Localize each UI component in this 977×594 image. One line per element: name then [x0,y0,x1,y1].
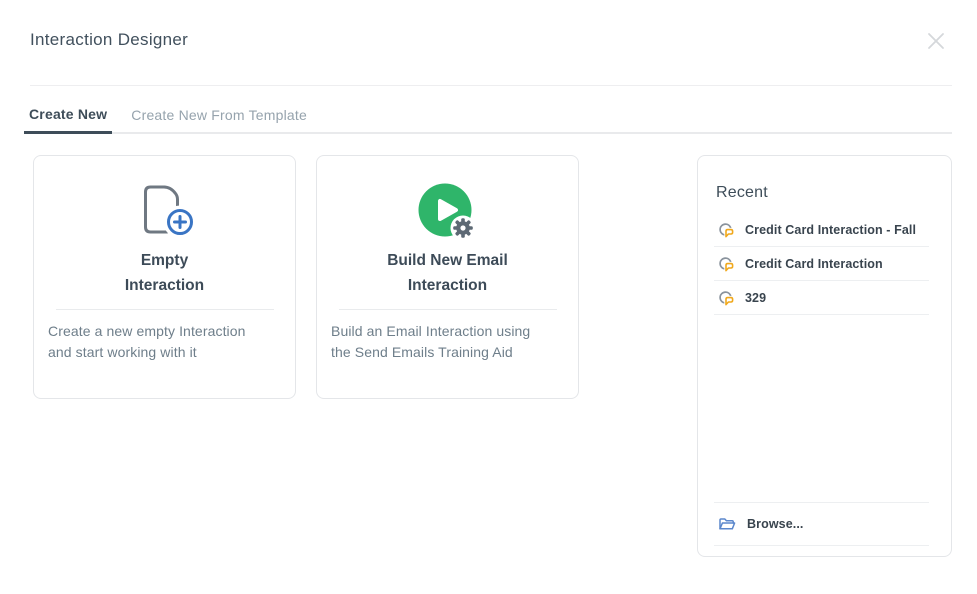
recent-panel: Recent Credit Card Interaction - Fall [697,155,952,557]
recent-item[interactable]: Credit Card Interaction [714,247,929,281]
browse-label: Browse... [747,517,803,531]
recent-title: Recent [716,184,929,202]
card-divider [339,309,557,310]
tab-create-new-from-template[interactable]: Create New From Template [126,107,312,132]
open-folder-icon [718,516,736,532]
document-plus-icon [34,182,295,242]
empty-interaction-card[interactable]: Empty Interaction Create a new empty Int… [33,155,296,399]
interaction-bubble-icon [718,256,734,272]
build-email-interaction-card[interactable]: Build New Email Interaction Build an Ema… [316,155,579,399]
interaction-bubble-icon [718,290,734,306]
recent-list: Credit Card Interaction - Fall Credit Ca… [714,213,929,315]
browse-button[interactable]: Browse... [714,502,929,546]
recent-spacer [714,315,929,502]
recent-item[interactable]: Credit Card Interaction - Fall [714,213,929,247]
card-divider [56,309,274,310]
recent-item-label: Credit Card Interaction - Fall [745,223,916,237]
header-divider [30,85,952,86]
card-description: Build an Email Interaction using the Sen… [331,321,564,363]
tab-bar: Create New Create New From Template [24,106,952,134]
interaction-bubble-icon [718,222,734,238]
play-gear-icon [317,182,578,242]
card-description: Create a new empty Interaction and start… [48,321,281,363]
card-title: Empty Interaction [34,248,295,298]
dialog-title: Interaction Designer [30,30,188,50]
recent-item[interactable]: 329 [714,281,929,315]
dialog-content: Empty Interaction Create a new empty Int… [33,155,952,557]
recent-item-label: Credit Card Interaction [745,257,883,271]
close-icon [925,30,947,52]
recent-item-label: 329 [745,291,766,305]
card-title: Build New Email Interaction [317,248,578,298]
tab-create-new[interactable]: Create New [24,106,112,134]
close-button[interactable] [924,29,948,53]
